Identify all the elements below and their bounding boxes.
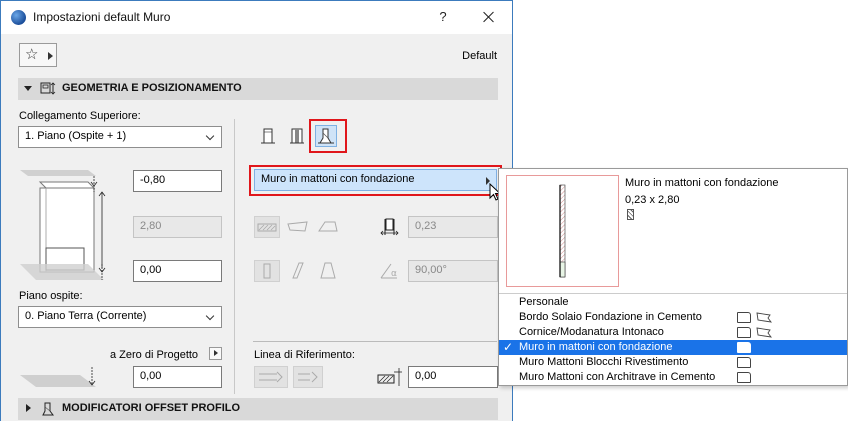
profile-offset-icon (42, 402, 54, 416)
profile-preview-size: 0,23 x 2,80 (625, 194, 680, 206)
home-story-select[interactable]: 0. Piano Terra (Corrente) (18, 306, 222, 328)
list-item-label: Muro Mattoni Blocchi Rivestimento (519, 356, 689, 368)
list-item-architrave-cemento[interactable]: Muro Mattoni con Architrave in Cemento (499, 370, 847, 385)
reference-line-flip-button (293, 366, 323, 388)
basic-structure-button[interactable] (257, 125, 279, 147)
top-offset-field[interactable]: -0,80 (133, 170, 222, 192)
profile-popup: Muro in mattoni con fondazione 0,23 x 2,… (498, 168, 848, 386)
reference-line-outside-icon (259, 371, 283, 383)
surface-hatch-icon (257, 223, 277, 232)
slant-angle-field: 90,00° (408, 260, 498, 282)
close-button[interactable] (477, 7, 501, 27)
double-slanted-icon (320, 262, 336, 279)
highlight-box-profile (249, 165, 502, 196)
list-item-label: Personale (519, 296, 569, 308)
flip-icon (298, 371, 318, 383)
archicad-app-icon (11, 10, 26, 25)
project-zero-field[interactable]: 0,00 (133, 366, 222, 388)
thickness-icon (380, 218, 399, 236)
checkmark-icon: ✓ (503, 340, 514, 354)
top-link-label: Collegamento Superiore: (19, 110, 141, 122)
wall-icon (737, 327, 751, 338)
list-item-personale[interactable]: Personale (499, 295, 847, 310)
slanted-geometry-icon (292, 262, 304, 279)
triangle-right-icon (214, 350, 218, 356)
project-zero-label: a Zero di Progetto (110, 349, 199, 361)
section-title: MODIFICATORI OFFSET PROFILO (62, 402, 241, 414)
top-link-value: 1. Piano (Ospite + 1) (25, 130, 127, 142)
list-item-label: Bordo Solaio Fondazione in Cemento (519, 311, 702, 323)
profile-preview (506, 175, 619, 287)
trapezoid-wall-icon (318, 221, 338, 232)
basic-structure-icon (261, 128, 275, 144)
wall-height-field: 2,80 (133, 216, 222, 238)
list-item-label: Cornice/Modanatura Intonaco (519, 326, 664, 338)
profile-preview-name: Muro in mattoni con fondazione (625, 177, 779, 189)
reference-offset-icon (377, 368, 402, 386)
section-header-geometry[interactable]: GEOMETRIA E POSIZIONAMENTO (18, 78, 498, 100)
home-story-value: 0. Piano Terra (Corrente) (25, 310, 147, 322)
list-item-bordo-solaio[interactable]: Bordo Solaio Fondazione in Cemento (499, 310, 847, 325)
beam-icon (756, 312, 772, 323)
title-bar: Impostazioni default Muro ? (1, 1, 512, 34)
reference-line-label: Linea di Riferimento: (254, 349, 355, 361)
list-item-muro-mattoni-fondazione[interactable]: ✓ Muro in mattoni con fondazione (499, 340, 847, 355)
beam-icon (756, 327, 772, 338)
chevron-right-icon (26, 404, 31, 412)
section-title: GEOMETRIA E POSIZIONAMENTO (62, 82, 242, 94)
triangle-right-icon (48, 52, 53, 60)
vertical-wall-icon (263, 263, 271, 279)
section-header-offset-modifiers[interactable]: MODIFICATORI OFFSET PROFILO (18, 398, 498, 420)
surface-button (254, 216, 280, 238)
chevron-down-icon (205, 311, 215, 321)
home-story-label: Piano ospite: (19, 290, 83, 302)
list-item-label: Muro Mattoni con Architrave in Cemento (519, 371, 716, 383)
list-item-blocchi-rivestimento[interactable]: Muro Mattoni Blocchi Rivestimento (499, 355, 847, 370)
slanted-wall-icon (287, 221, 308, 232)
chevron-down-icon (24, 86, 32, 91)
star-icon: ☆ (25, 46, 39, 63)
svg-text:α: α (391, 269, 397, 279)
reference-line-offset-field[interactable]: 0,00 (408, 366, 498, 388)
geometry-section-icon (40, 82, 56, 95)
angle-icon: α (380, 263, 397, 279)
reference-level-button[interactable] (209, 347, 222, 360)
reference-line-divider (253, 341, 497, 342)
default-label: Default (462, 50, 497, 62)
project-zero-diagram (20, 367, 96, 387)
wall-icon (737, 357, 751, 368)
window-title: Impostazioni default Muro (33, 10, 171, 24)
bottom-offset-field[interactable]: 0,00 (133, 260, 222, 282)
popup-separator (499, 293, 847, 294)
profile-preview-drawing (559, 184, 566, 278)
reference-line-side-button (254, 366, 288, 388)
list-item-cornice[interactable]: Cornice/Modanatura Intonaco (499, 325, 847, 340)
top-link-select[interactable]: 1. Piano (Ospite + 1) (18, 126, 222, 148)
chevron-down-icon (205, 131, 215, 141)
wall-tool-icon (627, 209, 634, 220)
column-divider (234, 119, 235, 394)
wall-icon (737, 312, 751, 323)
list-item-label: Muro in mattoni con fondazione (519, 341, 673, 353)
wall-icon (737, 342, 751, 353)
wall-icon (737, 372, 751, 383)
help-button[interactable]: ? (433, 7, 453, 27)
wall-default-settings-dialog: Impostazioni default Muro ? ☆ Default GE… (0, 0, 513, 421)
composite-structure-button[interactable] (286, 125, 308, 147)
highlight-box-structure (309, 119, 347, 153)
favorites-button[interactable]: ☆ (19, 43, 57, 67)
vertical-wall-button (254, 260, 280, 282)
composite-structure-icon (290, 128, 304, 144)
wall-height-diagram (20, 170, 106, 280)
thickness-field: 0,23 (408, 216, 498, 238)
